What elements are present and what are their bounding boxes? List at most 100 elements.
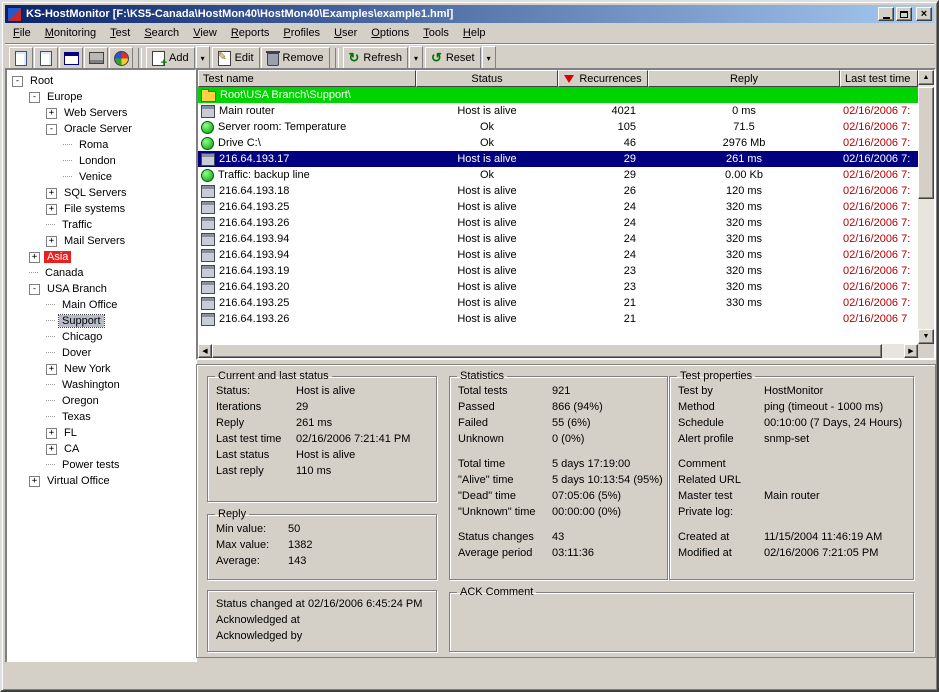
table-row[interactable]: 216.64.193.26Host is alive24320 ms02/16/… xyxy=(198,215,918,231)
refresh-button[interactable]: Refresh xyxy=(343,47,408,70)
tree-item-main-office[interactable]: Main Office xyxy=(7,297,195,313)
add-button[interactable]: Add xyxy=(146,47,195,70)
tree-item-power-tests[interactable]: Power tests xyxy=(7,457,195,473)
tree-item-new-york[interactable]: +New York xyxy=(7,361,195,377)
table-row[interactable]: 216.64.193.18Host is alive26120 ms02/16/… xyxy=(198,183,918,199)
new-file-button[interactable] xyxy=(9,47,33,70)
table-row[interactable]: 216.64.193.19Host is alive23320 ms02/16/… xyxy=(198,263,918,279)
tree-item-dover[interactable]: Dover xyxy=(7,345,195,361)
title-bar[interactable]: KS-HostMonitor [F:\KS5-Canada\HostMon40\… xyxy=(5,5,934,23)
expand-plus-icon[interactable]: + xyxy=(46,444,57,455)
tree-item-file-systems[interactable]: +File systems xyxy=(7,201,195,217)
expand-plus-icon[interactable]: + xyxy=(46,236,57,247)
tree-item-traffic[interactable]: Traffic xyxy=(7,217,195,233)
column-header-recurrences[interactable]: Recurrences xyxy=(558,70,648,87)
menu-item-file[interactable]: File xyxy=(6,24,38,43)
expand-minus-icon[interactable]: - xyxy=(46,124,57,135)
menu-item-help[interactable]: Help xyxy=(456,24,493,43)
tree-item-fl[interactable]: +FL xyxy=(7,425,195,441)
tree-item-root[interactable]: -Root xyxy=(7,73,195,89)
colors-button[interactable] xyxy=(109,47,133,70)
menu-item-profiles[interactable]: Profiles xyxy=(276,24,327,43)
column-header-last-test-time[interactable]: Last test time xyxy=(840,70,918,87)
table-row[interactable]: 216.64.193.20Host is alive23320 ms02/16/… xyxy=(198,279,918,295)
tree-item-europe[interactable]: -Europe xyxy=(7,89,195,105)
reset-dropdown-arrow[interactable]: ▾ xyxy=(482,46,496,71)
vertical-scrollbar[interactable]: ▲ ▼ xyxy=(918,70,934,344)
scroll-up-button[interactable]: ▲ xyxy=(918,70,934,85)
horizontal-scrollbar[interactable]: ◀ ▶ xyxy=(198,344,918,358)
column-header-status[interactable]: Status xyxy=(416,70,558,87)
test-name-text: Drive C:\ xyxy=(218,135,261,151)
menu-item-tools[interactable]: Tools xyxy=(416,24,456,43)
folder-path-row[interactable]: Root\USA Branch\Support\ xyxy=(198,87,918,103)
expand-plus-icon[interactable]: + xyxy=(46,204,57,215)
table-row[interactable]: 216.64.193.94Host is alive24320 ms02/16/… xyxy=(198,231,918,247)
expand-plus-icon[interactable]: + xyxy=(29,476,40,487)
tree-item-label: Washington xyxy=(59,379,123,391)
tree-item-ca[interactable]: +CA xyxy=(7,441,195,457)
tree-item-virtual-office[interactable]: +Virtual Office xyxy=(7,473,195,489)
tree-item-oregon[interactable]: Oregon xyxy=(7,393,195,409)
table-row[interactable]: 216.64.193.26Host is alive2102/16/2006 7 xyxy=(198,311,918,327)
remove-button[interactable]: Remove xyxy=(261,47,330,70)
expand-plus-icon[interactable]: + xyxy=(46,428,57,439)
tree-item-venice[interactable]: Venice xyxy=(7,169,195,185)
tree-item-canada[interactable]: Canada xyxy=(7,265,195,281)
expand-plus-icon[interactable]: + xyxy=(46,188,57,199)
expand-minus-icon[interactable]: - xyxy=(12,76,23,87)
menu-item-search[interactable]: Search xyxy=(137,24,186,43)
tree-item-roma[interactable]: Roma xyxy=(7,137,195,153)
menu-item-reports[interactable]: Reports xyxy=(224,24,277,43)
tree-item-mail-servers[interactable]: +Mail Servers xyxy=(7,233,195,249)
scroll-down-button[interactable]: ▼ xyxy=(918,329,934,344)
edit-button[interactable]: Edit xyxy=(212,47,260,70)
scroll-right-button[interactable]: ▶ xyxy=(904,344,918,358)
table-row[interactable]: Main routerHost is alive40210 ms02/16/20… xyxy=(198,103,918,119)
close-button[interactable] xyxy=(916,7,932,21)
table-row[interactable]: Traffic: backup lineOk290.00 Kb02/16/200… xyxy=(198,167,918,183)
tree-item-usa-branch[interactable]: -USA Branch xyxy=(7,281,195,297)
file-button[interactable] xyxy=(34,47,58,70)
tree-item-texas[interactable]: Texas xyxy=(7,409,195,425)
menu-item-user[interactable]: User xyxy=(327,24,364,43)
tree-item-oracle-server[interactable]: -Oracle Server xyxy=(7,121,195,137)
expand-plus-icon[interactable]: + xyxy=(29,252,40,263)
table-row[interactable]: 216.64.193.25Host is alive21330 ms02/16/… xyxy=(198,295,918,311)
minimize-button[interactable] xyxy=(878,7,894,21)
add-dropdown-arrow[interactable]: ▾ xyxy=(196,46,210,71)
menu-item-monitoring[interactable]: Monitoring xyxy=(38,24,103,43)
maximize-button[interactable] xyxy=(896,7,912,21)
report-button[interactable] xyxy=(59,47,83,70)
menu-item-test[interactable]: Test xyxy=(103,24,137,43)
tree-item-support[interactable]: Support xyxy=(7,313,195,329)
reset-button[interactable]: Reset xyxy=(425,47,481,70)
vertical-scroll-thumb[interactable] xyxy=(918,87,934,199)
menu-item-view[interactable]: View xyxy=(186,24,224,43)
refresh-dropdown-arrow[interactable]: ▾ xyxy=(409,46,423,71)
tree-item-sql-servers[interactable]: +SQL Servers xyxy=(7,185,195,201)
report-icon xyxy=(64,52,79,65)
table-row[interactable]: 216.64.193.25Host is alive24320 ms02/16/… xyxy=(198,199,918,215)
menu-item-options[interactable]: Options xyxy=(364,24,416,43)
scroll-left-button[interactable]: ◀ xyxy=(198,344,212,358)
printer-button[interactable] xyxy=(84,47,108,70)
table-row[interactable]: Drive C:\Ok462976 Mb02/16/2006 7: xyxy=(198,135,918,151)
expand-plus-icon[interactable]: + xyxy=(46,364,57,375)
tree-item-washington[interactable]: Washington xyxy=(7,377,195,393)
table-row[interactable]: 216.64.193.94Host is alive24320 ms02/16/… xyxy=(198,247,918,263)
horizontal-scroll-thumb[interactable] xyxy=(212,344,882,358)
expand-minus-icon[interactable]: - xyxy=(29,284,40,295)
tree-item-label: Chicago xyxy=(59,331,105,343)
table-row[interactable]: 216.64.193.17Host is alive29261 ms02/16/… xyxy=(198,151,918,167)
tree-item-asia[interactable]: +Asia xyxy=(7,249,195,265)
table-row[interactable]: Server room: TemperatureOk10571.502/16/2… xyxy=(198,119,918,135)
column-header-reply[interactable]: Reply xyxy=(648,70,840,87)
tree-item-london[interactable]: London xyxy=(7,153,195,169)
tree-item-web-servers[interactable]: +Web Servers xyxy=(7,105,195,121)
expand-plus-icon[interactable]: + xyxy=(46,108,57,119)
tree-item-chicago[interactable]: Chicago xyxy=(7,329,195,345)
column-header-test-name[interactable]: Test name xyxy=(198,70,416,87)
expand-minus-icon[interactable]: - xyxy=(29,92,40,103)
cell-reply xyxy=(648,311,840,327)
